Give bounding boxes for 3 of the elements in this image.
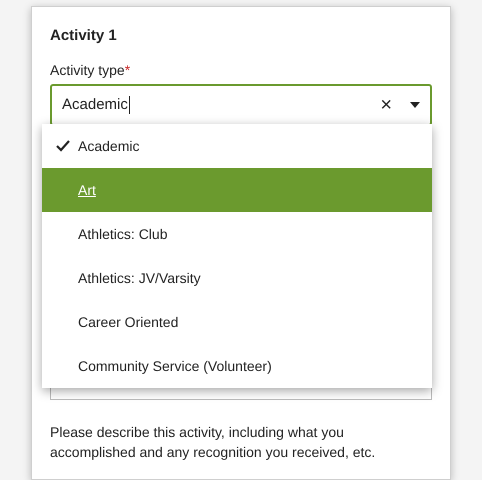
section-title: Activity 1 (50, 27, 118, 44)
description-prompt: Please describe this activity, including what you accomplished and any recognition you received, etc. (50, 423, 376, 462)
field-label: Activity type* (50, 62, 132, 78)
